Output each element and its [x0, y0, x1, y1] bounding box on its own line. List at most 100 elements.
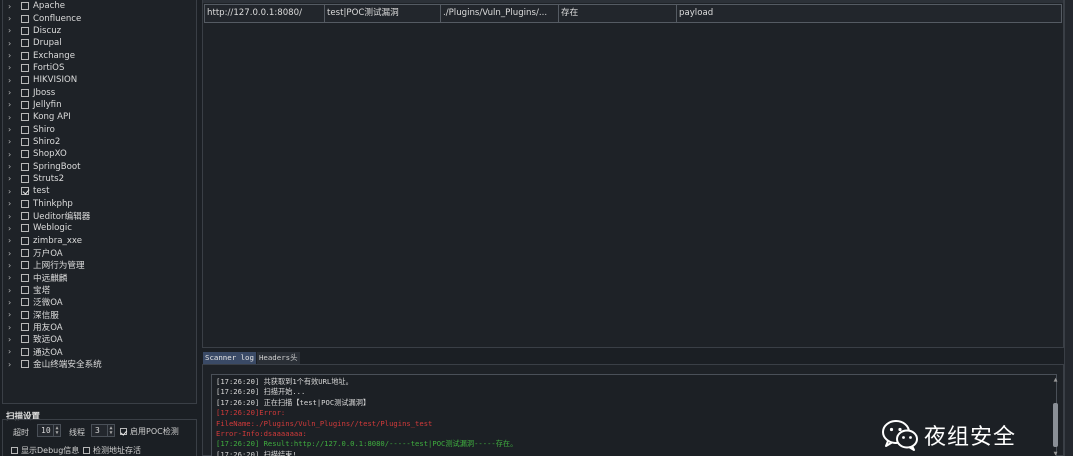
debug-option[interactable]: 显示Debug信息: [11, 445, 79, 456]
tab-scanner-log[interactable]: Scanner log: [203, 352, 256, 364]
log-scrollbar[interactable]: ▲ ▼: [1052, 377, 1059, 456]
result-name-cell[interactable]: test|POC测试漏洞: [325, 5, 441, 22]
plugin-tree-item[interactable]: › 致远OA: [3, 333, 196, 346]
debug-checkbox[interactable]: [11, 447, 18, 454]
plugin-tree-item[interactable]: › Drupal: [3, 37, 196, 49]
plugin-tree-item[interactable]: › Apache: [3, 0, 196, 12]
plugin-checkbox[interactable]: [21, 100, 29, 109]
timeout-spin-arrows-icon[interactable]: ▲ ▼: [53, 425, 60, 436]
chevron-right-icon[interactable]: ›: [8, 137, 18, 146]
result-path-cell[interactable]: ./Plugins/Vuln_Plugins/...: [441, 5, 559, 22]
plugin-checkbox[interactable]: [21, 63, 29, 72]
plugin-checkbox[interactable]: [21, 88, 29, 97]
chevron-right-icon[interactable]: ›: [8, 199, 18, 208]
chevron-right-icon[interactable]: ›: [8, 26, 18, 35]
plugin-checkbox[interactable]: [21, 76, 29, 85]
plugin-tree-item[interactable]: › Struts2: [3, 173, 196, 185]
plugin-checkbox[interactable]: [21, 360, 29, 369]
plugin-checkbox[interactable]: [21, 187, 29, 196]
plugin-tree-item[interactable]: › ShopXO: [3, 148, 196, 160]
scroll-thumb[interactable]: [1053, 403, 1058, 447]
plugin-checkbox[interactable]: [21, 2, 29, 11]
plugin-tree-item[interactable]: › 上网行为管理: [3, 259, 196, 272]
plugin-checkbox[interactable]: [21, 174, 29, 183]
plugin-tree-item[interactable]: › Jellyfin: [3, 99, 196, 111]
plugin-checkbox[interactable]: [21, 310, 29, 319]
plugin-tree-item[interactable]: › 深信服: [3, 309, 196, 321]
chevron-right-icon[interactable]: ›: [8, 236, 18, 245]
plugin-checkbox[interactable]: [21, 347, 29, 356]
plugin-checkbox[interactable]: [21, 335, 29, 344]
scroll-up-icon[interactable]: ▲: [1052, 377, 1059, 383]
plugin-tree-item[interactable]: › FortiOS: [3, 62, 196, 74]
chevron-right-icon[interactable]: ›: [8, 14, 18, 23]
plugin-checkbox[interactable]: [21, 261, 29, 270]
plugin-checkbox[interactable]: [21, 273, 29, 282]
plugin-checkbox[interactable]: [21, 199, 29, 208]
plugin-tree-item[interactable]: › 用友OA: [3, 321, 196, 334]
plugin-tree-item[interactable]: › 万户OA: [3, 247, 196, 260]
plugin-tree-item[interactable]: › SpringBoot: [3, 160, 196, 172]
plugin-tree-item[interactable]: › 宝塔: [3, 284, 196, 297]
plugin-checkbox[interactable]: [21, 150, 29, 159]
poc-check-checkbox[interactable]: [120, 428, 127, 435]
plugin-checkbox[interactable]: [21, 212, 29, 221]
plugin-tree-item[interactable]: › HIKVISION: [3, 74, 196, 86]
alive-check-option[interactable]: 检测地址存活: [83, 445, 141, 456]
chevron-right-icon[interactable]: ›: [8, 360, 18, 369]
chevron-right-icon[interactable]: ›: [8, 347, 18, 356]
chevron-right-icon[interactable]: ›: [8, 298, 18, 307]
chevron-right-icon[interactable]: ›: [8, 162, 18, 171]
chevron-right-icon[interactable]: ›: [8, 286, 18, 295]
plugin-tree-item[interactable]: › 泛微OA: [3, 296, 196, 309]
plugin-checkbox[interactable]: [21, 298, 29, 307]
chevron-right-icon[interactable]: ›: [8, 212, 18, 221]
timeout-spinbox[interactable]: 10 ▲ ▼: [37, 424, 61, 437]
plugin-tree-item[interactable]: › Shiro2: [3, 136, 196, 148]
plugin-checkbox[interactable]: [21, 14, 29, 23]
plugin-checkbox[interactable]: [21, 113, 29, 122]
plugin-checkbox[interactable]: [21, 224, 29, 233]
chevron-right-icon[interactable]: ›: [8, 261, 18, 270]
plugin-checkbox[interactable]: [21, 162, 29, 171]
results-table[interactable]: http://127.0.0.1:8080/ test|POC测试漏洞 ./Pl…: [202, 0, 1064, 348]
result-url-cell[interactable]: http://127.0.0.1:8080/: [205, 5, 325, 22]
chevron-right-icon[interactable]: ›: [8, 310, 18, 319]
plugin-checkbox[interactable]: [21, 51, 29, 60]
plugin-tree-item[interactable]: › 通达OA: [3, 346, 196, 358]
chevron-right-icon[interactable]: ›: [8, 2, 18, 11]
plugin-tree-item[interactable]: › Shiro: [3, 123, 196, 135]
plugin-tree-item[interactable]: › Exchange: [3, 49, 196, 61]
plugin-checkbox[interactable]: [21, 26, 29, 35]
poc-check-option[interactable]: 启用POC检测: [120, 426, 179, 437]
chevron-right-icon[interactable]: ›: [8, 323, 18, 332]
tab-headers[interactable]: Headers头: [256, 352, 300, 364]
chevron-right-icon[interactable]: ›: [8, 63, 18, 72]
plugin-tree-item[interactable]: › Jboss: [3, 86, 196, 98]
plugin-tree-item[interactable]: › Confluence: [3, 12, 196, 24]
result-status-cell[interactable]: 存在: [559, 5, 677, 22]
chevron-right-icon[interactable]: ›: [8, 249, 18, 258]
threads-spin-arrows-icon[interactable]: ▲ ▼: [107, 425, 114, 436]
chevron-right-icon[interactable]: ›: [8, 335, 18, 344]
plugin-tree-item[interactable]: › Weblogic: [3, 222, 196, 234]
result-payload-cell[interactable]: payload: [677, 5, 1061, 22]
chevron-right-icon[interactable]: ›: [8, 273, 18, 282]
plugin-checkbox[interactable]: [21, 323, 29, 332]
chevron-right-icon[interactable]: ›: [8, 39, 18, 48]
plugin-tree-item[interactable]: › zimbra_xxe: [3, 235, 196, 247]
table-row[interactable]: http://127.0.0.1:8080/ test|POC测试漏洞 ./Pl…: [204, 4, 1062, 23]
plugin-tree[interactable]: › Apache › Confluence › Discuz › Drupal › Exchang…: [2, 0, 197, 404]
plugin-tree-item[interactable]: › Thinkphp: [3, 198, 196, 210]
chevron-right-icon[interactable]: ›: [8, 150, 18, 159]
alive-check-checkbox[interactable]: [83, 447, 90, 454]
threads-spinbox[interactable]: 3 ▲ ▼: [91, 424, 115, 437]
plugin-checkbox[interactable]: [21, 236, 29, 245]
chevron-right-icon[interactable]: ›: [8, 51, 18, 60]
chevron-right-icon[interactable]: ›: [8, 174, 18, 183]
plugin-tree-item[interactable]: › Kong API: [3, 111, 196, 123]
plugin-checkbox[interactable]: [21, 249, 29, 258]
plugin-checkbox[interactable]: [21, 39, 29, 48]
plugin-tree-item[interactable]: › Ueditor编辑器: [3, 210, 196, 223]
chevron-right-icon[interactable]: ›: [8, 224, 18, 233]
